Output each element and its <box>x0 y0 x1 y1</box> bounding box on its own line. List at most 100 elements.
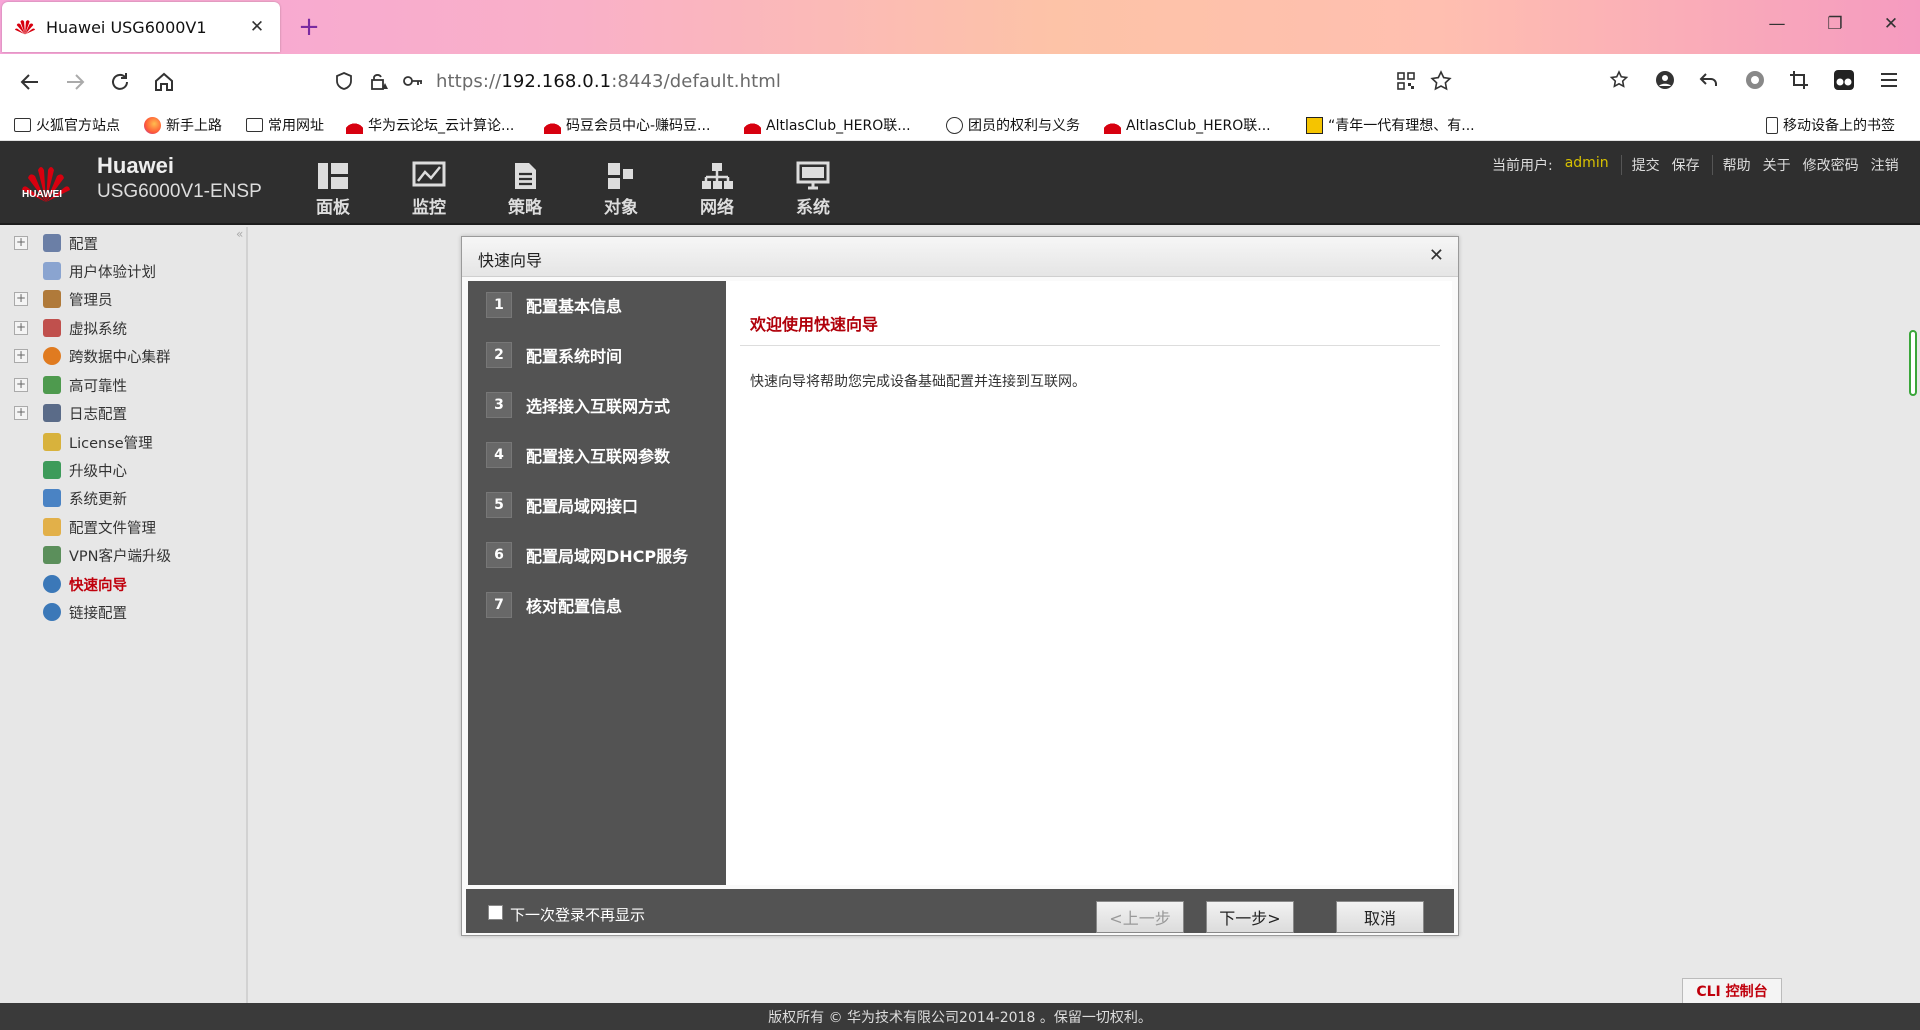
nav-network[interactable]: 网络 <box>687 161 747 218</box>
bookmark-item[interactable]: 华为云论坛_云计算论... <box>346 115 514 135</box>
dialog-close-icon[interactable]: ✕ <box>1429 245 1444 266</box>
app-header: HUAWEI Huawei USG6000V1-ENSP 面板 监控 策略 对象… <box>0 141 1920 225</box>
cancel-button[interactable]: 取消 <box>1336 901 1424 933</box>
nav-dashboard[interactable]: 面板 <box>303 161 363 218</box>
bookmark-item[interactable]: AltlasClub_HERO联... <box>1104 115 1271 135</box>
about-link[interactable]: 关于 <box>1763 155 1791 175</box>
nav-policy[interactable]: 策略 <box>495 161 555 218</box>
huawei-icon <box>544 116 561 134</box>
user-bar: 当前用户: admin 提交 保存 帮助 关于 修改密码 注销 <box>1492 155 1911 175</box>
restore-icon[interactable]: ❐ <box>1820 14 1850 34</box>
sidebar-item-config-files[interactable]: 配置文件管理 <box>14 516 156 538</box>
bookmark-item[interactable]: 新手上路 <box>144 115 222 135</box>
account-icon[interactable] <box>1654 69 1676 91</box>
crop-icon[interactable] <box>1788 69 1810 91</box>
commit-link[interactable]: 提交 <box>1632 155 1660 175</box>
mobile-device-icon <box>1766 116 1778 134</box>
change-password-link[interactable]: 修改密码 <box>1803 155 1859 175</box>
minimize-icon[interactable]: — <box>1762 14 1792 34</box>
expand-icon[interactable]: + <box>14 321 28 335</box>
new-tab-icon[interactable]: + <box>294 12 324 42</box>
sidebar: « + 配置 用户体验计划 + 管理员 + 虚拟系统 + 跨数据中心集群 + 高可靠性 +… <box>0 227 248 1003</box>
admin-icon <box>43 290 61 308</box>
home-icon[interactable] <box>148 66 180 98</box>
nav-monitor[interactable]: 监控 <box>399 161 459 218</box>
tampermonkey-icon[interactable] <box>1833 69 1855 91</box>
bookmark-item[interactable]: 团员的权利与义务 <box>946 115 1080 135</box>
brand-name: Huawei <box>97 153 175 178</box>
nav-system[interactable]: 系统 <box>783 161 843 218</box>
high-availability-icon <box>43 376 61 394</box>
dashboard-icon <box>318 163 348 189</box>
sidebar-item-vsys[interactable]: + 虚拟系统 <box>14 317 127 339</box>
dont-show-checkbox[interactable] <box>488 905 503 920</box>
expand-icon[interactable]: + <box>14 406 28 420</box>
lock-warning-icon[interactable] <box>368 70 390 92</box>
copyright-footer: 版权所有 © 华为技术有限公司2014-2018 。保留一切权利。 <box>0 1003 1920 1030</box>
cli-console-button[interactable]: CLI 控制台 <box>1682 978 1782 1004</box>
pocket-star-icon[interactable] <box>1608 69 1630 91</box>
nav-object[interactable]: 对象 <box>591 161 651 218</box>
scrollbar-thumb[interactable] <box>1909 330 1917 396</box>
collapse-sidebar-icon[interactable]: « <box>236 227 243 241</box>
tab-close-icon[interactable]: ✕ <box>246 17 268 37</box>
extension-circle-icon[interactable] <box>1744 69 1766 91</box>
close-window-icon[interactable]: ✕ <box>1876 14 1906 34</box>
forward-icon[interactable] <box>59 66 91 98</box>
sidebar-item-admin[interactable]: + 管理员 <box>14 288 113 310</box>
menu-icon[interactable] <box>1878 69 1900 91</box>
huawei-icon <box>744 116 761 134</box>
wizard-step: 5 配置局域网接口 <box>486 491 638 519</box>
expand-icon[interactable]: + <box>14 378 28 392</box>
sidebar-item-vpn-client[interactable]: VPN客户端升级 <box>14 544 171 566</box>
sidebar-item-update[interactable]: 系统更新 <box>14 487 127 509</box>
bookmark-item[interactable]: 码豆会员中心-赚码豆... <box>544 115 710 135</box>
key-icon[interactable] <box>402 72 424 90</box>
sidebar-item-quick-wizard[interactable]: 快速向导 <box>14 573 127 595</box>
undo-icon[interactable] <box>1698 69 1720 91</box>
current-user-label: 当前用户: <box>1492 158 1553 174</box>
help-link[interactable]: 帮助 <box>1723 155 1751 175</box>
cluster-icon <box>43 347 61 365</box>
bookmark-item[interactable]: 火狐官方站点 <box>14 115 120 135</box>
address-bar[interactable]: https://192.168.0.1:8443/default.html <box>328 61 1460 102</box>
dialog-title-bar[interactable]: 快速向导 ✕ <box>462 237 1458 277</box>
sidebar-item-upgrade[interactable]: 升级中心 <box>14 459 127 481</box>
policy-document-icon <box>515 163 536 189</box>
logout-link[interactable]: 注销 <box>1871 155 1899 175</box>
expand-icon[interactable]: + <box>14 349 28 363</box>
huawei-icon <box>1104 116 1121 134</box>
qr-code-icon[interactable] <box>1396 71 1416 91</box>
divider <box>740 345 1440 346</box>
folder-icon <box>43 518 61 536</box>
globe-icon <box>946 116 963 134</box>
bookmark-star-icon[interactable] <box>1430 70 1452 92</box>
mobile-bookmarks[interactable]: 移动设备上的书签 <box>1766 115 1895 135</box>
bookmark-item[interactable]: 常用网址 <box>246 115 324 135</box>
expand-icon[interactable]: + <box>14 236 28 250</box>
expand-icon[interactable]: + <box>14 292 28 306</box>
tab-title: Huawei USG6000V1 <box>46 17 207 37</box>
back-icon[interactable] <box>14 66 46 98</box>
bookmark-item[interactable]: “青年一代有理想、有... <box>1306 115 1475 135</box>
sidebar-item-link-config[interactable]: 链接配置 <box>14 601 127 623</box>
license-icon <box>43 433 61 451</box>
reload-icon[interactable] <box>104 66 136 98</box>
dont-show-label[interactable]: 下一次登录不再显示 <box>510 904 645 925</box>
object-blocks-icon <box>608 163 633 189</box>
sidebar-item-license[interactable]: License管理 <box>14 431 153 453</box>
wizard-step: 4 配置接入互联网参数 <box>486 441 670 469</box>
sidebar-item-ux-plan[interactable]: 用户体验计划 <box>14 260 156 282</box>
browser-tab[interactable]: Huawei USG6000V1 ✕ <box>2 2 280 52</box>
sidebar-item-cross-dc[interactable]: + 跨数据中心集群 <box>14 345 171 367</box>
bookmarks-bar: 火狐官方站点 新手上路 常用网址 华为云论坛_云计算论... 码豆会员中心-赚码… <box>0 109 1920 141</box>
sidebar-item-ha[interactable]: + 高可靠性 <box>14 374 127 396</box>
url-text[interactable]: https://192.168.0.1:8443/default.html <box>436 71 781 92</box>
prev-step-button[interactable]: <上一步 <box>1096 901 1184 933</box>
bookmark-item[interactable]: AltlasClub_HERO联... <box>744 115 911 135</box>
sidebar-item-config[interactable]: + 配置 <box>14 232 98 254</box>
save-link[interactable]: 保存 <box>1672 155 1700 175</box>
next-step-button[interactable]: 下一步> <box>1206 901 1294 933</box>
shield-icon[interactable] <box>334 71 354 91</box>
sidebar-item-log[interactable]: + 日志配置 <box>14 402 127 424</box>
